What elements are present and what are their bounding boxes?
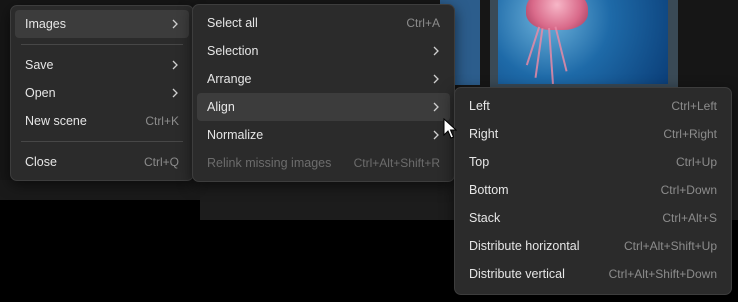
menu-item-stack[interactable]: Stack Ctrl+Alt+S [459, 204, 727, 232]
jellyfish-image[interactable] [498, 0, 668, 84]
menu-item-label: Relink missing images [207, 156, 332, 170]
menu-item-align-top[interactable]: Top Ctrl+Up [459, 148, 727, 176]
menu-item-align-right[interactable]: Right Ctrl+Right [459, 120, 727, 148]
menu-item-label: Normalize [207, 128, 264, 142]
chevron-right-icon [172, 60, 178, 70]
chevron-right-icon [433, 74, 439, 84]
chevron-right-icon [433, 46, 439, 56]
menu-item-label: Top [469, 155, 490, 169]
menu-item-shortcut: Ctrl+Q [143, 155, 179, 169]
menu-item-align[interactable]: Align [197, 93, 450, 121]
menu-separator [21, 141, 183, 142]
menu-item-distribute-horizontal[interactable]: Distribute horizontal Ctrl+Alt+Shift+Up [459, 232, 727, 260]
chevron-right-icon [172, 19, 178, 29]
menu-item-shortcut: Ctrl+A [406, 16, 440, 30]
menu-item-shortcut: Ctrl+Down [660, 183, 717, 197]
menu-item-label: Distribute vertical [469, 267, 565, 281]
menu-item-shortcut: Ctrl+Up [675, 155, 717, 169]
images-submenu: Select all Ctrl+A Selection Arrange Alig… [192, 4, 455, 182]
menu-item-label: Save [25, 58, 54, 72]
mouse-cursor-icon [443, 118, 457, 139]
canvas-edge [0, 180, 200, 200]
menu-item-align-bottom[interactable]: Bottom Ctrl+Down [459, 176, 727, 204]
align-submenu: Left Ctrl+Left Right Ctrl+Right Top Ctrl… [454, 87, 732, 295]
menu-item-open[interactable]: Open [15, 79, 189, 107]
menu-item-label: Align [207, 100, 235, 114]
menu-item-shortcut: Ctrl+Left [671, 99, 717, 113]
menu-item-select-all[interactable]: Select all Ctrl+A [197, 9, 450, 37]
menu-item-arrange[interactable]: Arrange [197, 65, 450, 93]
menu-item-shortcut: Ctrl+Alt+Shift+R [353, 156, 440, 170]
menu-item-shortcut: Ctrl+Alt+Shift+Up [623, 239, 717, 253]
menu-item-label: New scene [25, 114, 87, 128]
menu-item-close[interactable]: Close Ctrl+Q [15, 148, 189, 176]
menu-item-label: Select all [207, 16, 258, 30]
tentacle [548, 27, 554, 84]
menu-item-selection[interactable]: Selection [197, 37, 450, 65]
menu-item-align-left[interactable]: Left Ctrl+Left [459, 92, 727, 120]
menu-item-shortcut: Ctrl+K [145, 114, 179, 128]
chevron-right-icon [172, 88, 178, 98]
menu-item-shortcut: Ctrl+Alt+S [662, 211, 717, 225]
menu-item-shortcut: Ctrl+Right [663, 127, 717, 141]
menu-item-label: Right [469, 127, 499, 141]
menu-item-distribute-vertical[interactable]: Distribute vertical Ctrl+Alt+Shift+Down [459, 260, 727, 288]
menu-item-label: Close [25, 155, 57, 169]
menu-item-label: Distribute horizontal [469, 239, 580, 253]
menu-item-normalize[interactable]: Normalize [197, 121, 450, 149]
chevron-right-icon [433, 130, 439, 140]
menu-item-save[interactable]: Save [15, 51, 189, 79]
menu-item-images[interactable]: Images [15, 10, 189, 38]
menu-item-new-scene[interactable]: New scene Ctrl+K [15, 107, 189, 135]
menu-item-label: Images [25, 17, 66, 31]
menu-item-relink-missing-images[interactable]: Relink missing images Ctrl+Alt+Shift+R [197, 149, 450, 177]
tentacle [554, 26, 568, 72]
menu-item-label: Left [469, 99, 490, 113]
menu-item-label: Open [25, 86, 56, 100]
jellyfish [526, 0, 588, 30]
menu-item-label: Stack [469, 211, 501, 225]
menu-item-label: Selection [207, 44, 259, 58]
chevron-right-icon [433, 102, 439, 112]
menu-separator [21, 44, 183, 45]
menu-item-shortcut: Ctrl+Alt+Shift+Down [608, 267, 717, 281]
menu-item-label: Bottom [469, 183, 509, 197]
menu-item-label: Arrange [207, 72, 252, 86]
main-menu: Images Save Open New scene Ctrl+K Close … [10, 5, 194, 181]
